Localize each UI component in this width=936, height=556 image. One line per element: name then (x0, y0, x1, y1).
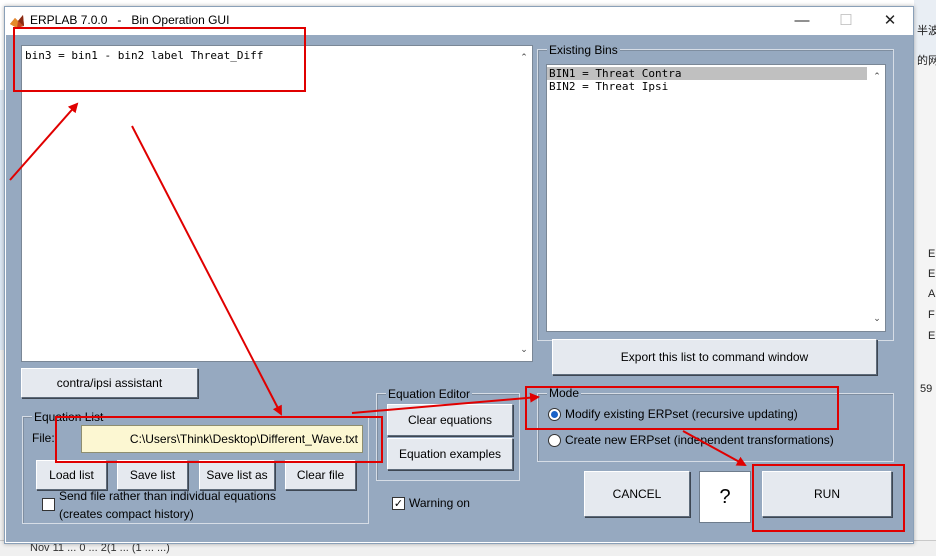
arrow-to-run (682, 430, 747, 466)
arrow-to-mode (351, 392, 540, 414)
arrow-to-equation (9, 102, 79, 181)
annotation-arrows (9, 102, 747, 466)
arrow-to-file (131, 125, 282, 416)
